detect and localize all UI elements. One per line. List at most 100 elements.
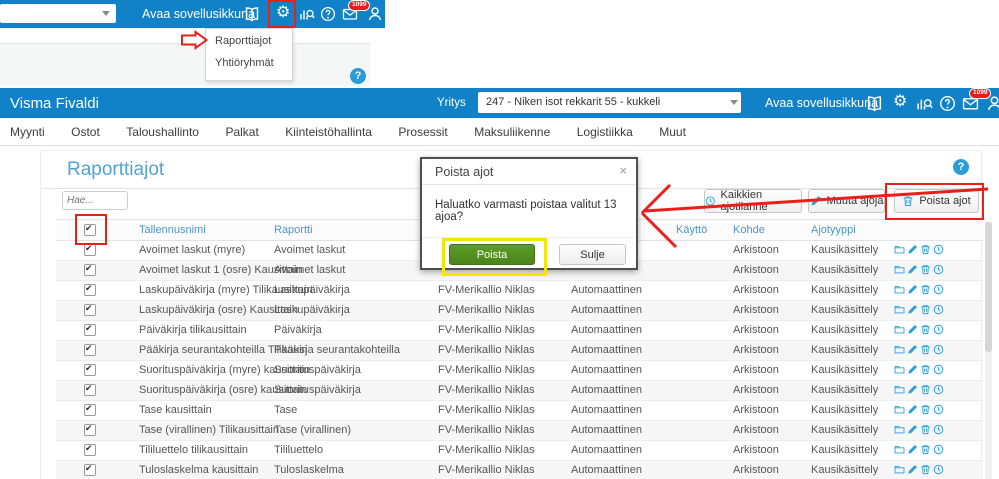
trash-icon[interactable] bbox=[920, 324, 931, 335]
clock-icon[interactable] bbox=[933, 404, 944, 415]
gear-icon[interactable]: ⚙ bbox=[276, 5, 290, 21]
table-row[interactable]: Suorituspäiväkirja (osre) kausittain Suo… bbox=[56, 381, 983, 401]
trash-icon[interactable] bbox=[920, 264, 931, 275]
overlay-app-switcher-link[interactable]: Avaa sovellusikkuna bbox=[142, 7, 255, 21]
folder-icon[interactable] bbox=[894, 324, 905, 335]
col-header-kaytto[interactable]: Käyttö bbox=[676, 224, 707, 236]
app-switcher-link[interactable]: Avaa sovellusikkuna bbox=[765, 96, 878, 110]
nav-item-logistiikka[interactable]: Logistiikka bbox=[577, 118, 633, 146]
select-all-checkbox[interactable] bbox=[84, 223, 96, 236]
scrollbar-thumb[interactable] bbox=[985, 222, 992, 352]
pencil-icon[interactable] bbox=[907, 444, 918, 455]
folder-icon[interactable] bbox=[894, 444, 905, 455]
col-header-tallennusnimi[interactable]: Tallennusnimi bbox=[139, 224, 206, 236]
table-row[interactable]: Tuloslaskelma kausittain Tuloslaskelma F… bbox=[56, 461, 983, 479]
pencil-icon[interactable] bbox=[907, 424, 918, 435]
col-header-raportti[interactable]: Raportti bbox=[274, 224, 313, 236]
clock-icon[interactable] bbox=[933, 344, 944, 355]
folder-icon[interactable] bbox=[894, 264, 905, 275]
folder-icon[interactable] bbox=[894, 344, 905, 355]
trash-icon[interactable] bbox=[920, 444, 931, 455]
user-icon[interactable] bbox=[367, 6, 383, 22]
pencil-icon[interactable] bbox=[907, 284, 918, 295]
row-checkbox[interactable] bbox=[84, 463, 96, 476]
nav-item-muut[interactable]: Muut bbox=[659, 118, 686, 146]
nav-item-ostot[interactable]: Ostot bbox=[71, 118, 100, 146]
folder-icon[interactable] bbox=[894, 424, 905, 435]
nav-item-taloushallinto[interactable]: Taloushallinto bbox=[126, 118, 199, 146]
chart-search-icon[interactable] bbox=[299, 6, 315, 22]
folder-icon[interactable] bbox=[894, 384, 905, 395]
row-checkbox[interactable] bbox=[84, 243, 96, 256]
trash-icon[interactable] bbox=[920, 344, 931, 355]
row-checkbox[interactable] bbox=[84, 263, 96, 276]
pencil-icon[interactable] bbox=[907, 304, 918, 315]
table-row[interactable]: Laskupäiväkirja (osre) Kausittain Laskup… bbox=[56, 301, 983, 321]
clock-icon[interactable] bbox=[933, 264, 944, 275]
trash-icon[interactable] bbox=[920, 244, 931, 255]
folder-icon[interactable] bbox=[894, 464, 905, 475]
menu-item-yhtioryhmat[interactable]: Yhtiöryhmät bbox=[206, 51, 292, 73]
table-row[interactable]: Suorituspäiväkirja (myre) kausittain Suo… bbox=[56, 361, 983, 381]
overlay-help-button[interactable]: ? bbox=[350, 68, 366, 84]
pencil-icon[interactable] bbox=[907, 404, 918, 415]
company-select[interactable]: 247 - Niken isot rekkarit 55 - kukkeli bbox=[478, 92, 741, 113]
table-row[interactable]: Pääkirja seurantakohteilla Tilikausi Pää… bbox=[56, 341, 983, 361]
clock-icon[interactable] bbox=[933, 444, 944, 455]
pencil-icon[interactable] bbox=[907, 364, 918, 375]
table-row[interactable]: Päiväkirja tilikausittain Päiväkirja FV-… bbox=[56, 321, 983, 341]
table-row[interactable]: Tase (virallinen) Tilikausittain Tase (v… bbox=[56, 421, 983, 441]
help-icon[interactable] bbox=[939, 95, 956, 112]
chart-search-icon[interactable] bbox=[916, 95, 933, 112]
overlay-company-select[interactable] bbox=[0, 4, 116, 23]
clock-icon[interactable] bbox=[933, 384, 944, 395]
menu-item-raporttiajot[interactable]: Raporttiajot bbox=[206, 29, 292, 51]
search-input[interactable] bbox=[62, 191, 128, 210]
table-row[interactable]: Laskupäiväkirja (myre) Tilikausittain La… bbox=[56, 281, 983, 301]
pencil-icon[interactable] bbox=[907, 324, 918, 335]
nav-item-prosessit[interactable]: Prosessit bbox=[398, 118, 447, 146]
edit-runs-button[interactable]: Muuta ajoja bbox=[808, 189, 885, 213]
clock-icon[interactable] bbox=[933, 244, 944, 255]
all-run-status-button[interactable]: Kaikkien ajotilanne bbox=[704, 189, 802, 213]
pencil-icon[interactable] bbox=[907, 384, 918, 395]
trash-icon[interactable] bbox=[920, 424, 931, 435]
nav-item-kiinteistohallinta[interactable]: Kiinteistöhallinta bbox=[285, 118, 372, 146]
pencil-icon[interactable] bbox=[907, 244, 918, 255]
row-checkbox[interactable] bbox=[84, 443, 96, 456]
trash-icon[interactable] bbox=[920, 364, 931, 375]
nav-item-palkat[interactable]: Palkat bbox=[225, 118, 258, 146]
delete-runs-button[interactable]: Poista ajot bbox=[894, 189, 979, 213]
trash-icon[interactable] bbox=[920, 404, 931, 415]
row-checkbox[interactable] bbox=[84, 403, 96, 416]
book-icon[interactable] bbox=[244, 6, 260, 22]
table-row[interactable]: Tase kausittain Tase FV-Merikallio Nikla… bbox=[56, 401, 983, 421]
close-icon[interactable]: × bbox=[619, 163, 627, 178]
folder-icon[interactable] bbox=[894, 304, 905, 315]
folder-icon[interactable] bbox=[894, 244, 905, 255]
col-header-kohde[interactable]: Kohde bbox=[733, 224, 765, 236]
row-checkbox[interactable] bbox=[84, 383, 96, 396]
pencil-icon[interactable] bbox=[907, 464, 918, 475]
clock-icon[interactable] bbox=[933, 464, 944, 475]
pencil-icon[interactable] bbox=[907, 264, 918, 275]
row-checkbox[interactable] bbox=[84, 343, 96, 356]
gear-icon[interactable]: ⚙ bbox=[893, 94, 907, 110]
clock-icon[interactable] bbox=[933, 284, 944, 295]
table-row[interactable]: Tililuettelo tilikausittain Tililuettelo… bbox=[56, 441, 983, 461]
row-checkbox[interactable] bbox=[84, 283, 96, 296]
trash-icon[interactable] bbox=[920, 304, 931, 315]
cancel-button[interactable]: Sulje bbox=[559, 244, 626, 265]
folder-icon[interactable] bbox=[894, 284, 905, 295]
help-icon[interactable] bbox=[320, 6, 336, 22]
row-checkbox[interactable] bbox=[84, 423, 96, 436]
row-checkbox[interactable] bbox=[84, 363, 96, 376]
row-checkbox[interactable] bbox=[84, 323, 96, 336]
folder-icon[interactable] bbox=[894, 404, 905, 415]
clock-icon[interactable] bbox=[933, 424, 944, 435]
trash-icon[interactable] bbox=[920, 464, 931, 475]
book-icon[interactable] bbox=[866, 95, 883, 112]
page-help-button[interactable]: ? bbox=[953, 159, 969, 175]
clock-icon[interactable] bbox=[933, 304, 944, 315]
row-checkbox[interactable] bbox=[84, 303, 96, 316]
